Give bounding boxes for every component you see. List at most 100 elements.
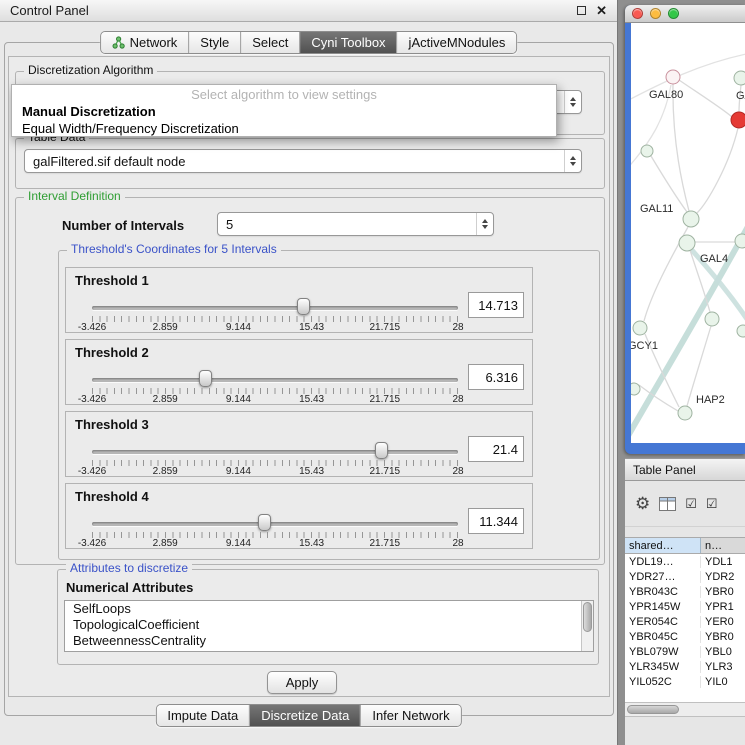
minimize-traffic-light-icon[interactable] — [650, 8, 661, 19]
slider-thumb[interactable] — [297, 298, 310, 315]
tab-style[interactable]: Style — [188, 32, 240, 53]
checked-checkbox-icon[interactable]: ☑ — [706, 497, 718, 510]
tab-impute-data[interactable]: Impute Data — [156, 705, 249, 726]
number-of-intervals-value: 5 — [218, 217, 476, 232]
float-window-icon[interactable] — [577, 6, 586, 15]
checked-checkbox-icon[interactable]: ☑ — [685, 497, 697, 510]
attribute-item-topologicalcoefficient[interactable]: TopologicalCoefficient — [65, 617, 593, 633]
network-node-label: GAL11 — [640, 203, 673, 215]
interval-definition-group: Interval Definition Number of Intervals … — [15, 197, 605, 565]
table-data-combobox[interactable]: galFiltered.sif default node — [24, 149, 582, 173]
dropdown-item-manual-discretization[interactable]: Manual Discretization — [12, 103, 556, 120]
threshold-value-field[interactable]: 21.4 — [468, 436, 524, 462]
tab-discretize-data[interactable]: Discretize Data — [249, 705, 360, 726]
threshold-slider[interactable]: -3.4262.8599.14415.4321.71528 — [92, 296, 458, 334]
network-edge[interactable] — [679, 80, 732, 117]
vertical-scrollbar[interactable] — [581, 601, 593, 651]
combobox-stepper-icon[interactable] — [564, 150, 581, 172]
column-header-shared-name[interactable]: shared… — [625, 538, 701, 553]
table-row[interactable]: YPR145WYPR1 — [625, 599, 745, 614]
axis-tick-label: 9.144 — [226, 466, 251, 477]
close-traffic-light-icon[interactable] — [632, 8, 643, 19]
axis-tick-label: 2.859 — [153, 538, 178, 549]
network-node[interactable] — [731, 112, 745, 128]
apply-button[interactable]: Apply — [267, 671, 337, 694]
threshold-box-3: Threshold 3-3.4262.8599.14415.4321.71528… — [65, 411, 533, 477]
slider-track[interactable] — [92, 450, 458, 454]
threshold-value-field[interactable]: 11.344 — [468, 508, 524, 534]
discretize-data-form: Discretization Algorithm Select algorith… — [8, 56, 610, 697]
threshold-slider[interactable]: -3.4262.8599.14415.4321.71528 — [92, 512, 458, 550]
network-node-hap2[interactable] — [678, 406, 692, 420]
slider-track[interactable] — [92, 522, 458, 526]
table-panel: ⚙☑☑ shared… n… YDL19…YDL1YDR27…YDR2YBR04… — [625, 481, 745, 745]
threshold-slider[interactable]: -3.4262.8599.14415.4321.71528 — [92, 368, 458, 406]
screen: Control Panel ✕ NetworkStyleSelectCyni T… — [0, 0, 745, 745]
network-node-gal11[interactable] — [683, 211, 699, 227]
threshold-slider[interactable]: -3.4262.8599.14415.4321.71528 — [92, 440, 458, 478]
tab-infer-network[interactable]: Infer Network — [360, 705, 460, 726]
zoom-traffic-light-icon[interactable] — [668, 8, 679, 19]
network-edge[interactable] — [673, 84, 689, 211]
axis-tick-label: -3.426 — [78, 466, 106, 477]
column-header-name[interactable]: n… — [701, 538, 745, 553]
network-node-gal4[interactable] — [679, 235, 695, 251]
table-row[interactable]: YBL079WYBL0 — [625, 644, 745, 659]
slider-axis-labels: -3.4262.8599.14415.4321.71528 — [92, 538, 458, 550]
window-buttons: ✕ — [577, 4, 607, 17]
horizontal-scrollbar-thumb[interactable] — [627, 705, 679, 714]
threshold-box-2: Threshold 2-3.4262.8599.14415.4321.71528… — [65, 339, 533, 405]
combobox-stepper-icon[interactable] — [564, 91, 581, 113]
combobox-stepper-icon[interactable] — [476, 213, 493, 235]
axis-tick-label: 15.43 — [299, 466, 324, 477]
cell-name: YIL0 — [701, 676, 745, 688]
table-row[interactable]: YDL19…YDL1 — [625, 554, 745, 569]
network-node[interactable] — [737, 325, 745, 337]
horizontal-scrollbar[interactable] — [625, 702, 745, 717]
slider-thumb[interactable] — [199, 370, 212, 387]
axis-tick-label: -3.426 — [78, 394, 106, 405]
network-node[interactable] — [735, 234, 745, 248]
table-row[interactable]: YDR27…YDR2 — [625, 569, 745, 584]
table-row[interactable]: YIL052CYIL0 — [625, 674, 745, 689]
attribute-item-selfloops[interactable]: SelfLoops — [65, 601, 593, 617]
top-tab-bar: NetworkStyleSelectCyni ToolboxjActiveMNo… — [100, 31, 518, 54]
number-of-intervals-combobox[interactable]: 5 — [217, 212, 494, 236]
network-node[interactable] — [705, 312, 719, 326]
table-row[interactable]: YBR043CYBR0 — [625, 584, 745, 599]
attribute-item-betweennesscentrality[interactable]: BetweennessCentrality — [65, 633, 593, 649]
tab-jactivemnodules[interactable]: jActiveMNodules — [397, 32, 517, 53]
close-window-icon[interactable]: ✕ — [596, 4, 607, 17]
tab-cyni-toolbox[interactable]: Cyni Toolbox — [299, 32, 396, 53]
slider-thumb[interactable] — [258, 514, 271, 531]
slider-track[interactable] — [92, 306, 458, 310]
scrollbar-thumb[interactable] — [583, 602, 592, 632]
gear-icon[interactable]: ⚙ — [635, 495, 650, 512]
network-canvas[interactable]: GAL80GAGAL11GAL4GCY1HAP2 — [631, 23, 745, 443]
table-row[interactable]: YER054CYER0 — [625, 614, 745, 629]
network-node-gcy1[interactable] — [633, 321, 647, 335]
network-node[interactable] — [631, 383, 640, 395]
threshold-value-field[interactable]: 6.316 — [468, 364, 524, 390]
slider-track[interactable] — [92, 378, 458, 382]
slider-thumb[interactable] — [375, 442, 388, 459]
cell-name: YDR2 — [701, 571, 745, 583]
axis-tick-label: 21.715 — [370, 394, 401, 405]
network-node[interactable] — [641, 145, 653, 157]
tab-select[interactable]: Select — [240, 32, 299, 53]
threshold-value-field[interactable]: 14.713 — [468, 292, 524, 318]
network-node-gal80[interactable] — [666, 70, 680, 84]
threshold-box-4: Threshold 4-3.4262.8599.14415.4321.71528… — [65, 483, 533, 549]
network-view-window: GAL80GAGAL11GAL4GCY1HAP2 — [625, 5, 745, 454]
axis-tick-label: 28 — [452, 466, 463, 477]
network-node-ga[interactable] — [734, 71, 745, 85]
network-window-titlebar[interactable] — [625, 5, 745, 23]
table-row[interactable]: YLR345WYLR3 — [625, 659, 745, 674]
columns-icon[interactable] — [659, 497, 676, 511]
table-toolbar: ⚙ ☑ ☑ — [625, 481, 745, 527]
tab-network[interactable]: Network — [101, 32, 189, 53]
table-row[interactable]: YBR045CYBR0 — [625, 629, 745, 644]
window-title: Control Panel — [10, 3, 89, 18]
dropdown-item-equal-width-frequency-discretization[interactable]: Equal Width/Frequency Discretization — [12, 120, 556, 137]
network-edge[interactable] — [697, 128, 738, 213]
